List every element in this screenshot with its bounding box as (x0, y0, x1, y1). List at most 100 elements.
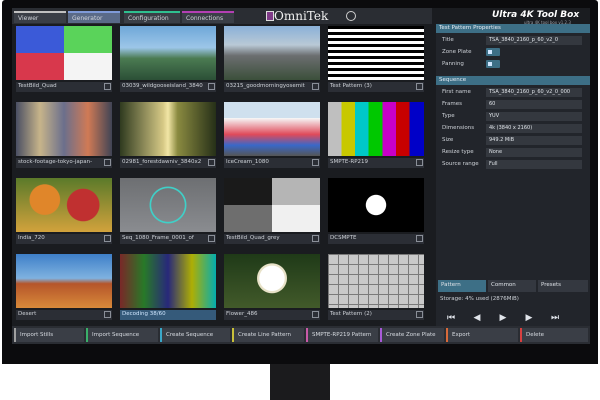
tab-pattern[interactable]: Pattern (438, 280, 486, 292)
frames-field[interactable]: 60 (486, 100, 582, 109)
thumbnail-label: stock-footage-tokyo-japan- (16, 158, 112, 168)
thumbnail-item[interactable]: Flower_486 (224, 254, 320, 320)
thumbnail-item[interactable]: TestBild_Quad (16, 26, 112, 92)
omnitek-logo-icon (266, 11, 274, 21)
monitor-stand (270, 364, 330, 400)
monitor-chin (2, 344, 598, 364)
thumbnail-image (120, 102, 216, 156)
property-label: Resize type (442, 149, 474, 155)
thumbnail-item[interactable]: Test Pattern (2) (328, 254, 424, 320)
thumbnail-image (16, 178, 112, 232)
create-zone-plate-button[interactable]: Create Zone Plate (380, 328, 444, 342)
tab-configuration[interactable]: Configuration (124, 11, 180, 23)
step-forward-icon[interactable]: ▶ (522, 312, 536, 324)
zone-plate-toggle[interactable] (486, 48, 500, 56)
panning-row: Panning (440, 60, 588, 70)
source-range-select[interactable]: Full (486, 160, 582, 169)
image-icon (104, 235, 111, 242)
property-label: Dimensions (442, 125, 475, 131)
tab-generator[interactable]: Generator (68, 11, 120, 23)
title-row: Title TSA_3840_2160_p_60_v2_0 (440, 36, 588, 46)
thumbnail-image (328, 26, 424, 80)
title-label: Title (442, 37, 454, 43)
step-back-icon[interactable]: ◀ (470, 312, 484, 324)
thumbnail-item[interactable]: Seq_1080_Frame_0001_of (120, 178, 216, 244)
first-name-field[interactable]: TSA_3840_2160_p_60_v2_0_000 (486, 88, 582, 97)
thumbnail-label: Flower_486 (224, 310, 320, 320)
create-line-pattern-button[interactable]: Create Line Pattern (232, 328, 304, 342)
play-icon[interactable]: ▶ (496, 312, 510, 324)
type-field[interactable]: YUV (486, 112, 582, 121)
property-label: Type (442, 113, 455, 119)
thumbnail-item[interactable]: 02981_forestdawniv_3840x2 (120, 102, 216, 168)
thumbnail-item[interactable]: stock-footage-tokyo-japan- (16, 102, 112, 168)
clock-icon[interactable] (346, 11, 356, 21)
size-field: 949.2 MiB (486, 136, 582, 145)
image-icon (312, 311, 319, 318)
thumbnail-label: TestBild_Quad (16, 82, 112, 92)
panning-toggle[interactable] (486, 60, 500, 68)
property-label: Source range (442, 161, 479, 167)
create-sequence-button[interactable]: Create Sequence (160, 328, 230, 342)
thumbnail-image (224, 102, 320, 156)
image-icon (208, 83, 215, 90)
tab-common[interactable]: Common (488, 280, 536, 292)
image-icon (416, 159, 423, 166)
thumbnail-label: SMPTE-RP219 (328, 158, 424, 168)
property-row: Frames 60 (440, 100, 588, 110)
tab-connections[interactable]: Connections (182, 11, 234, 23)
thumbnail-image (224, 254, 320, 308)
brand-name: OmniTek (274, 9, 329, 23)
delete-button[interactable]: Delete (520, 328, 588, 342)
thumbnail-item[interactable]: SMPTE-RP219 (328, 102, 424, 168)
thumbnail-item[interactable]: Test Pattern (3) (328, 26, 424, 92)
thumbnail-item[interactable]: TestBild_Quad_grey (224, 178, 320, 244)
bottom-toolbar: Import Stills Import Sequence Create Seq… (12, 326, 590, 344)
image-icon (312, 159, 319, 166)
property-row: Size 949.2 MiB (440, 136, 588, 146)
property-row: First name TSA_3840_2160_p_60_v2_0_000 (440, 88, 588, 98)
image-icon (104, 311, 111, 318)
thumbnail-image (328, 254, 424, 308)
image-icon (312, 235, 319, 242)
tab-viewer[interactable]: Viewer (14, 11, 66, 23)
property-row: Resize type None (440, 148, 588, 158)
thumbnail-item[interactable]: 03039_wildgooseisland_3840 (120, 26, 216, 92)
title-field[interactable]: TSA_3840_2160_p_60_v2_0 (486, 36, 582, 45)
tab-presets[interactable]: Presets (538, 280, 588, 292)
property-label: Size (442, 137, 454, 143)
thumbnail-item[interactable]: Decoding 38/60 (120, 254, 216, 320)
properties-panel: Test Pattern Properties Title TSA_3840_2… (436, 24, 590, 328)
thumbnail-item[interactable]: IceCream_1080 (224, 102, 320, 168)
image-icon (416, 83, 423, 90)
skip-start-icon[interactable]: ⏮ (444, 312, 458, 324)
thumbnail-label: Desert (16, 310, 112, 320)
thumbnail-item[interactable]: DCSMPTE (328, 178, 424, 244)
thumbnail-item[interactable]: India_720 (16, 178, 112, 244)
image-icon (208, 159, 215, 166)
skip-end-icon[interactable]: ⏭ (548, 312, 562, 324)
thumbnail-item[interactable]: Desert (16, 254, 112, 320)
property-label: Frames (442, 101, 463, 107)
resize-type-select[interactable]: None (486, 148, 582, 157)
image-icon (416, 235, 423, 242)
thumbnail-label: 03039_wildgooseisland_3840 (120, 82, 216, 92)
panning-label: Panning (442, 61, 464, 67)
thumbnail-label: 02981_forestdawniv_3840x2 (120, 158, 216, 168)
export-button[interactable]: Export (446, 328, 518, 342)
smpte-rp219-pattern-button[interactable]: SMPTE-RP219 Pattern (306, 328, 378, 342)
import-sequence-button[interactable]: Import Sequence (86, 328, 158, 342)
thumbnail-label: Test Pattern (3) (328, 82, 424, 92)
import-stills-button[interactable]: Import Stills (14, 328, 84, 342)
thumbnail-label: TestBild_Quad_grey (224, 234, 320, 244)
app-screen: Viewer Generator Configuration Connectio… (12, 8, 590, 344)
image-icon (104, 83, 111, 90)
image-icon (208, 235, 215, 242)
dimensions-field[interactable]: 4k (3840 x 2160) (486, 124, 582, 133)
property-label: First name (442, 89, 471, 95)
thumbnail-item[interactable]: 03215_goodmorningyosemit (224, 26, 320, 92)
transport-controls: ⏮ ◀ ▶ ▶ ⏭ (440, 310, 588, 326)
zone-plate-label: Zone Plate (442, 49, 472, 55)
thumbnail-label: 03215_goodmorningyosemit (224, 82, 320, 92)
thumbnail-grid: TestBild_Quad 03039_wildgooseisland_3840… (16, 26, 430, 322)
